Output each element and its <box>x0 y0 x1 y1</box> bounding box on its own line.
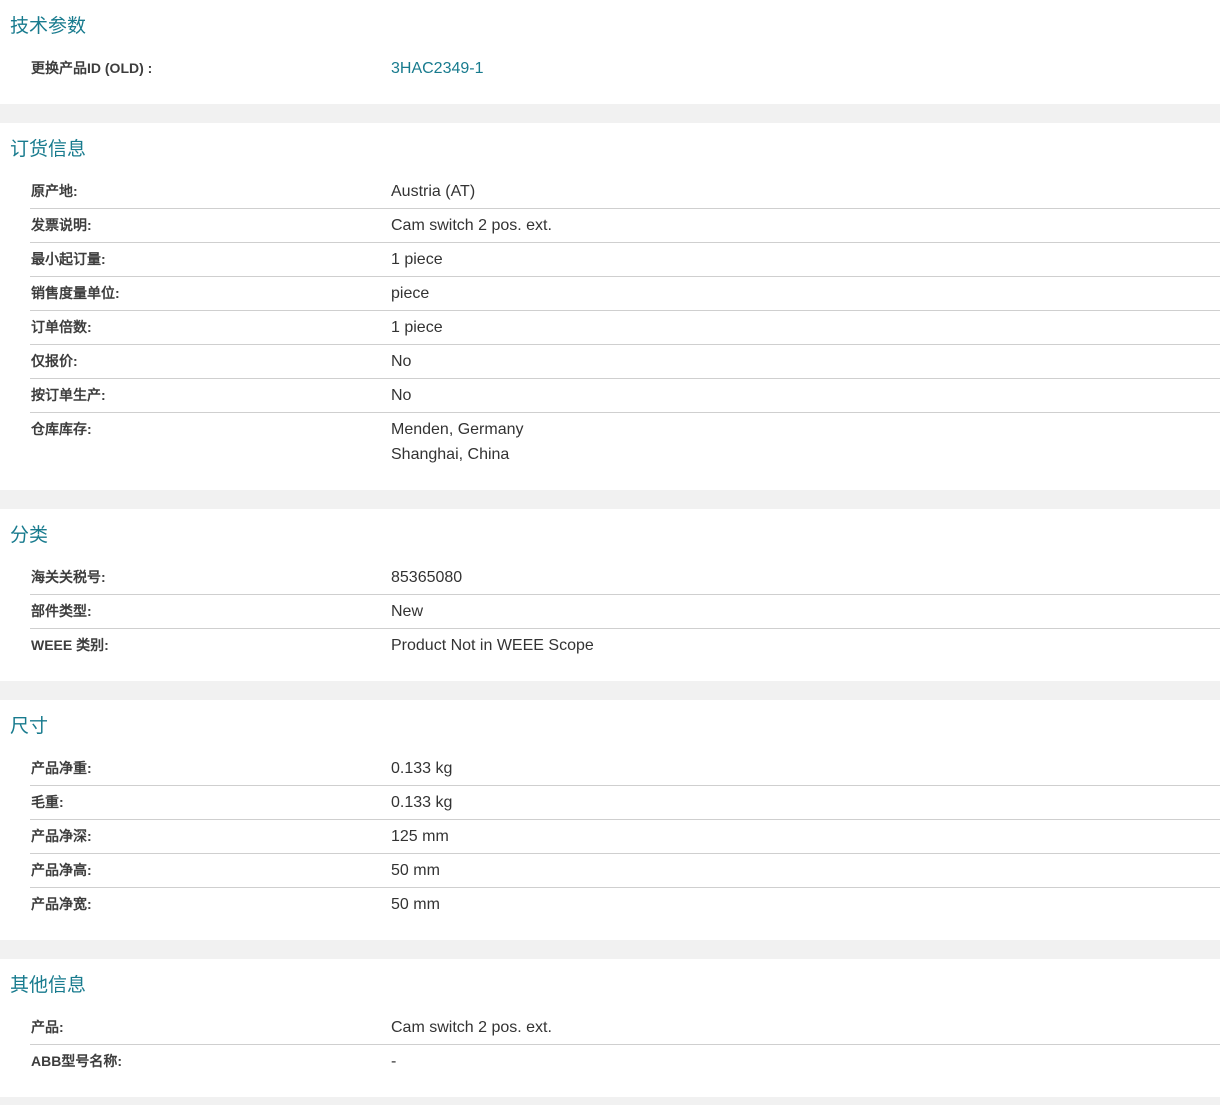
table-row: 海关关税号: 85365080 <box>30 561 1220 594</box>
section-separator-bar <box>0 490 1220 509</box>
section-title-dimensions: 尺寸 <box>0 700 1220 752</box>
warehouse-location-1: Menden, Germany <box>391 419 524 440</box>
table-row: 产品净重: 0.133 kg <box>30 752 1220 785</box>
table-row: 部件类型: New <box>30 594 1220 628</box>
row-label-gross-weight: 毛重: <box>30 792 391 813</box>
section-separator-bar <box>0 681 1220 700</box>
row-value: No <box>391 385 411 406</box>
section-title-ordering-info: 订货信息 <box>0 123 1220 175</box>
row-value: piece <box>391 283 429 304</box>
row-value: - <box>391 1051 396 1072</box>
section-title-classification: 分类 <box>0 509 1220 561</box>
table-row: 发票说明: Cam switch 2 pos. ext. <box>30 208 1220 242</box>
section-ordering-info: 订货信息 原产地: Austria (AT) 发票说明: Cam switch … <box>0 123 1220 490</box>
table-row: 毛重: 0.133 kg <box>30 785 1220 819</box>
table-row: 最小起订量: 1 piece <box>30 242 1220 276</box>
row-label-warehouse-stock: 仓库库存: <box>30 419 391 440</box>
section-rows: 产品净重: 0.133 kg 毛重: 0.133 kg 产品净深: 125 mm… <box>30 752 1220 940</box>
row-value: Cam switch 2 pos. ext. <box>391 215 552 236</box>
section-dimensions: 尺寸 产品净重: 0.133 kg 毛重: 0.133 kg 产品净深: 125… <box>0 700 1220 940</box>
row-value: 125 mm <box>391 826 449 847</box>
section-rows: 更换产品ID (OLD) : 3HAC2349-1 <box>30 52 1220 104</box>
table-row: ABB型号名称: - <box>30 1044 1220 1078</box>
table-row: 产品净深: 125 mm <box>30 819 1220 853</box>
row-label-minimum-order-qty: 最小起订量: <box>30 249 391 270</box>
section-classification: 分类 海关关税号: 85365080 部件类型: New WEEE 类别: Pr… <box>0 509 1220 681</box>
section-rows: 原产地: Austria (AT) 发票说明: Cam switch 2 pos… <box>30 175 1220 490</box>
section-separator-bar-bottom <box>0 1097 1220 1105</box>
row-value: 0.133 kg <box>391 758 452 779</box>
row-value: No <box>391 351 411 372</box>
row-value: 50 mm <box>391 894 440 915</box>
table-row: 更换产品ID (OLD) : 3HAC2349-1 <box>30 52 1220 85</box>
row-label-invoice-description: 发票说明: <box>30 215 391 236</box>
row-value: 1 piece <box>391 317 443 338</box>
section-separator-bar <box>0 104 1220 123</box>
row-value: 50 mm <box>391 860 440 881</box>
section-title-technical-parameters: 技术参数 <box>0 0 1220 52</box>
row-label-order-multiple: 订单倍数: <box>30 317 391 338</box>
row-label-country-of-origin: 原产地: <box>30 181 391 202</box>
table-row: 产品净宽: 50 mm <box>30 887 1220 921</box>
row-label-replacement-product-id: 更换产品ID (OLD) : <box>30 58 391 79</box>
row-label-customs-tariff-number: 海关关税号: <box>30 567 391 588</box>
row-label-product-net-height: 产品净高: <box>30 860 391 881</box>
table-row: 按订单生产: No <box>30 378 1220 412</box>
row-value: 85365080 <box>391 567 462 588</box>
row-label-abb-type-designation: ABB型号名称: <box>30 1051 391 1072</box>
section-rows: 海关关税号: 85365080 部件类型: New WEEE 类别: Produ… <box>30 561 1220 681</box>
row-value: Cam switch 2 pos. ext. <box>391 1017 552 1038</box>
table-row: 销售度量单位: piece <box>30 276 1220 310</box>
table-row: 仅报价: No <box>30 344 1220 378</box>
row-label-product-net-width: 产品净宽: <box>30 894 391 915</box>
row-label-weee-category: WEEE 类别: <box>30 635 391 656</box>
row-label-selling-unit: 销售度量单位: <box>30 283 391 304</box>
section-separator-bar <box>0 940 1220 959</box>
row-label-part-type: 部件类型: <box>30 601 391 622</box>
section-rows: 产品: Cam switch 2 pos. ext. ABB型号名称: - <box>30 1011 1220 1097</box>
row-value: 3HAC2349-1 <box>391 58 484 79</box>
section-title-other-info: 其他信息 <box>0 959 1220 1011</box>
row-label-product: 产品: <box>30 1017 391 1038</box>
table-row: 产品净高: 50 mm <box>30 853 1220 887</box>
section-other-info: 其他信息 产品: Cam switch 2 pos. ext. ABB型号名称:… <box>0 959 1220 1097</box>
table-row: 仓库库存: Menden, Germany Shanghai, China <box>30 412 1220 471</box>
section-technical-parameters: 技术参数 更换产品ID (OLD) : 3HAC2349-1 <box>0 0 1220 104</box>
row-label-product-net-depth: 产品净深: <box>30 826 391 847</box>
table-row: 订单倍数: 1 piece <box>30 310 1220 344</box>
table-row: 原产地: Austria (AT) <box>30 175 1220 208</box>
replacement-product-id-link[interactable]: 3HAC2349-1 <box>391 60 484 77</box>
row-value: 0.133 kg <box>391 792 452 813</box>
table-row: WEEE 类别: Product Not in WEEE Scope <box>30 628 1220 662</box>
table-row: 产品: Cam switch 2 pos. ext. <box>30 1011 1220 1044</box>
row-value: Austria (AT) <box>391 181 475 202</box>
warehouse-location-2: Shanghai, China <box>391 444 524 465</box>
row-value: 1 piece <box>391 249 443 270</box>
row-value: Product Not in WEEE Scope <box>391 635 594 656</box>
row-label-product-net-weight: 产品净重: <box>30 758 391 779</box>
row-value: New <box>391 601 423 622</box>
row-label-made-to-order: 按订单生产: <box>30 385 391 406</box>
row-label-quotation-only: 仅报价: <box>30 351 391 372</box>
row-value: Menden, Germany Shanghai, China <box>391 419 524 465</box>
